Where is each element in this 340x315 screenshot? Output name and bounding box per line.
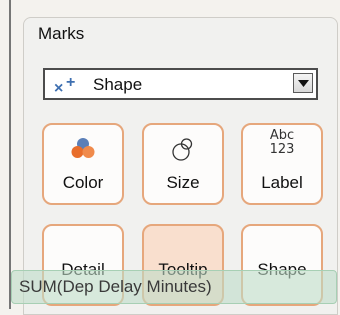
color-label: Color [62, 173, 104, 192]
size-button[interactable]: Size [142, 123, 224, 205]
chevron-down-icon[interactable] [293, 73, 313, 93]
label-icon-text-bottom: 123 [269, 142, 295, 157]
mark-type-label: Shape [93, 75, 143, 94]
dragged-field-pill[interactable]: SUM(Dep Delay Minutes) [11, 270, 337, 304]
svg-text:×: × [54, 80, 63, 97]
svg-text:+: + [66, 74, 75, 91]
left-divider [0, 0, 11, 309]
label-button[interactable]: Abc 123 Label [241, 123, 323, 205]
shape-mark-icon: × + [53, 73, 83, 97]
color-icon [44, 133, 122, 167]
dragged-field-label: SUM(Dep Delay Minutes) [19, 277, 212, 296]
label-icon-text-top: Abc [269, 128, 295, 143]
marks-title: Marks [38, 24, 85, 43]
label-icon: Abc 123 [243, 129, 321, 163]
label-label: Label [261, 173, 303, 192]
size-icon [144, 133, 222, 167]
mark-type-dropdown[interactable]: × + Shape [43, 68, 318, 100]
color-button[interactable]: Color [42, 123, 124, 205]
size-label: Size [166, 173, 200, 192]
